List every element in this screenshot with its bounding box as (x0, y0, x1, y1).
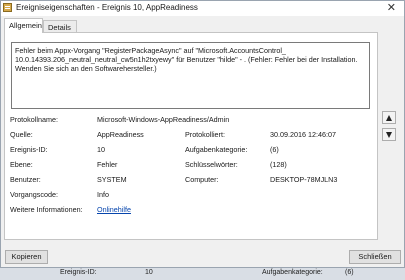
field-row-benutzer: Benutzer: SYSTEM Computer: DESKTOP-78MJL… (10, 175, 370, 185)
value-protokollname[interactable]: Microsoft-Windows-AppReadiness/Admin (97, 115, 229, 124)
value-aufgabenkategorie[interactable]: (6) (270, 145, 279, 154)
label-benutzer: Benutzer: (10, 175, 41, 184)
label-protokolliert: Protokolliert: (185, 130, 225, 139)
label-vorgangscode: Vorgangscode: (10, 190, 58, 199)
value-protokolliert[interactable]: 30.09.2016 12:46:07 (270, 130, 336, 139)
event-viewer-icon (3, 3, 12, 12)
value-vorgangscode[interactable]: Info (97, 190, 109, 199)
label-schluesselwoerter: Schlüsselwörter: (185, 160, 238, 169)
value-schluesselwoerter[interactable]: (128) (270, 160, 287, 169)
window-title: Ereigniseigenschaften - Ereignis 10, App… (16, 3, 198, 12)
label-protokollname: Protokollname: (10, 115, 58, 124)
label-ereignis-id: Ereignis-ID: (10, 145, 48, 154)
value-benutzer[interactable]: SYSTEM (97, 175, 127, 184)
background-label-aufgabenkategorie: Aufgabenkategorie: (262, 269, 323, 276)
general-panel: Fehler beim Appx-Vorgang "RegisterPackag… (4, 32, 378, 240)
field-row-protokollname: Protokollname: Microsoft-Windows-AppRead… (10, 115, 370, 125)
label-quelle: Quelle: (10, 130, 33, 139)
value-computer[interactable]: DESKTOP-78MJLN3 (270, 175, 337, 184)
background-value-aufgabenkategorie: (6) (345, 269, 354, 276)
label-weitere-informationen: Weitere Informationen: (10, 205, 83, 214)
arrow-up-icon (386, 115, 392, 121)
next-event-button[interactable] (382, 128, 396, 141)
close-window-button[interactable]: ✕ (387, 2, 396, 14)
background-event-list-row: Ereignis-ID: 10 Aufgabenkategorie: (6) (0, 268, 405, 280)
copy-button[interactable]: Kopieren (5, 250, 48, 264)
field-row-vorgangscode: Vorgangscode: Info (10, 190, 370, 200)
value-ebene[interactable]: Fehler (97, 160, 117, 169)
label-aufgabenkategorie: Aufgabenkategorie: (185, 145, 248, 154)
field-row-quelle: Quelle: AppReadiness Protokolliert: 30.0… (10, 130, 370, 140)
background-label-ereignis-id: Ereignis-ID: (60, 269, 97, 276)
online-help-link[interactable]: Onlinehilfe (97, 205, 131, 214)
field-row-ebene: Ebene: Fehler Schlüsselwörter: (128) (10, 160, 370, 170)
tab-general[interactable]: Allgemein (4, 18, 43, 33)
previous-event-button[interactable] (382, 111, 396, 124)
label-computer: Computer: (185, 175, 219, 184)
title-bar[interactable]: Ereigniseigenschaften - Ereignis 10, App… (1, 1, 404, 16)
value-quelle[interactable]: AppReadiness (97, 130, 144, 139)
event-properties-window: Ereigniseigenschaften - Ereignis 10, App… (0, 0, 405, 268)
arrow-down-icon (386, 132, 392, 138)
background-value-ereignis-id: 10 (145, 269, 153, 276)
field-row-weitere-informationen: Weitere Informationen: Onlinehilfe (10, 205, 370, 215)
tab-details[interactable]: Details (43, 20, 77, 32)
close-button[interactable]: Schließen (349, 250, 401, 264)
value-ereignis-id[interactable]: 10 (97, 145, 105, 154)
event-message-box[interactable]: Fehler beim Appx-Vorgang "RegisterPackag… (11, 42, 370, 109)
label-ebene: Ebene: (10, 160, 33, 169)
event-message-text: Fehler beim Appx-Vorgang "RegisterPackag… (15, 46, 358, 73)
field-row-ereignis-id: Ereignis-ID: 10 Aufgabenkategorie: (6) (10, 145, 370, 155)
